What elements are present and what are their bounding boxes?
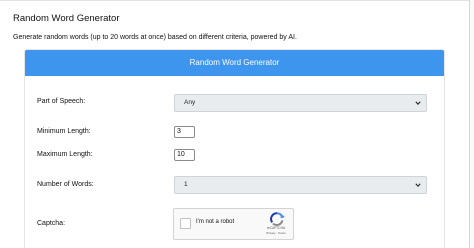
captcha-checkbox[interactable] (180, 218, 191, 229)
part-of-speech-select[interactable]: Any (174, 94, 427, 112)
part-of-speech-value: Any (184, 99, 196, 106)
generator-form-card: Random Word Generator Part of Speech: An… (24, 49, 445, 248)
recaptcha-widget: I'm not a robot reCAPTCHA Privacy - Term… (173, 208, 294, 240)
recaptcha-logo-icon (270, 212, 285, 226)
chevron-down-icon (415, 183, 421, 188)
captcha-label: Captcha: (37, 220, 66, 227)
page-title: Random Word Generator (13, 13, 120, 24)
recaptcha-brand: reCAPTCHA (266, 226, 286, 230)
chevron-down-icon (415, 101, 421, 106)
number-of-words-label: Number of Words: (37, 181, 94, 188)
max-length-label: Maximum Length: (37, 151, 93, 158)
min-length-input[interactable]: 3 (174, 126, 195, 138)
form-header: Random Word Generator (25, 50, 444, 76)
top-border (0, 0, 469, 1)
min-length-label: Minimum Length: (37, 128, 91, 135)
page-description: Generate random words (up to 20 words at… (13, 34, 297, 41)
captcha-checkbox-label: I'm not a robot (196, 219, 235, 225)
page: Random Word Generator Generate random wo… (0, 0, 474, 248)
recaptcha-links[interactable]: Privacy - Terms (260, 231, 292, 235)
max-length-input[interactable]: 10 (174, 149, 195, 161)
number-of-words-value: 1 (184, 181, 188, 188)
part-of-speech-label: Part of Speech: (37, 98, 86, 105)
scrollbar[interactable] (469, 0, 474, 248)
number-of-words-select[interactable]: 1 (174, 176, 427, 194)
